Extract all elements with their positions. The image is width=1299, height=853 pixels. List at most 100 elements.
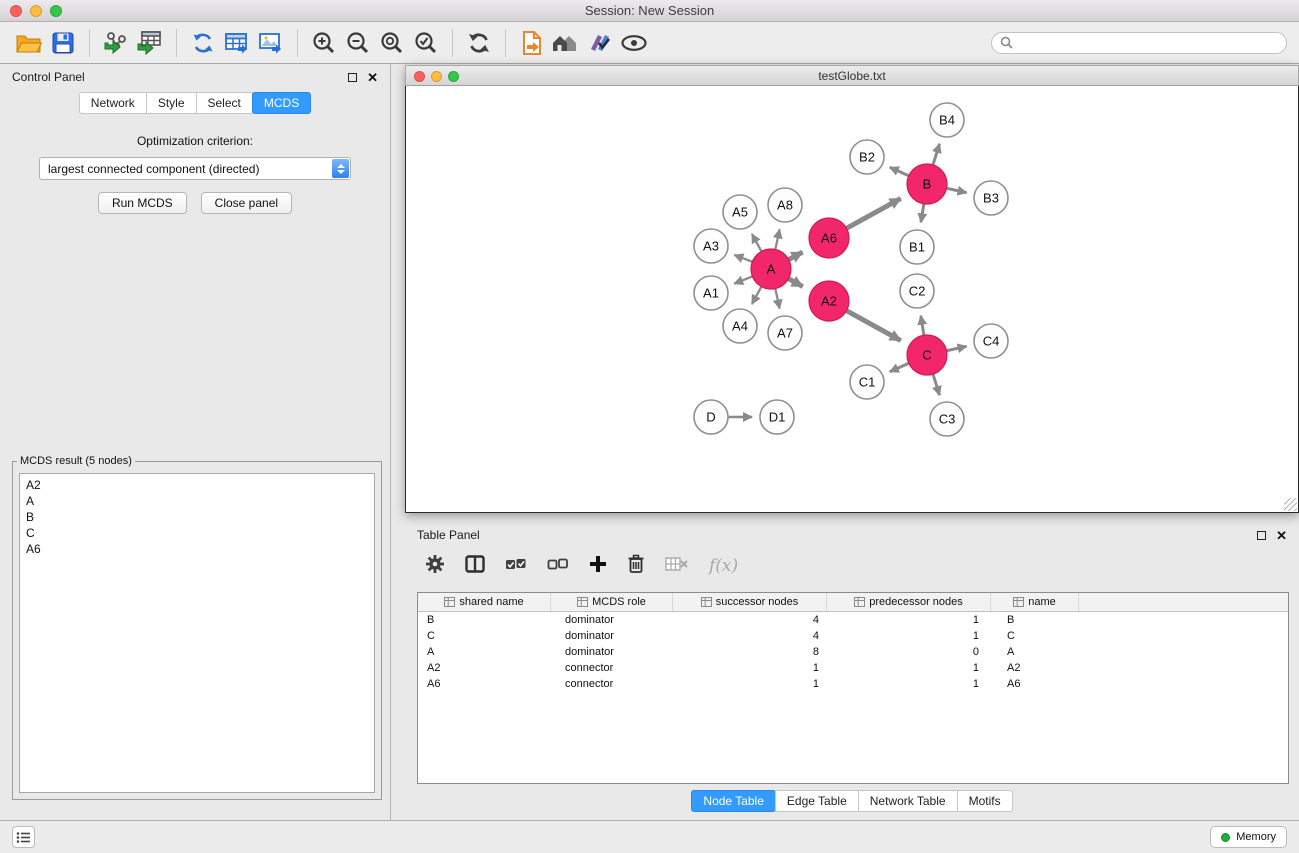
result-item[interactable]: A2	[26, 477, 368, 493]
graph-node-B2[interactable]	[850, 140, 884, 174]
save-session-button[interactable]	[46, 27, 80, 59]
table-row[interactable]: A6connector11A6	[418, 676, 1288, 692]
zoom-network-window-button[interactable]	[448, 71, 459, 82]
graph-edge-B-B3[interactable]	[947, 188, 967, 192]
graph-node-B1[interactable]	[900, 230, 934, 264]
graph-node-A7[interactable]	[768, 316, 802, 350]
task-history-button[interactable]	[12, 826, 35, 848]
new-network-button[interactable]	[186, 27, 220, 59]
mcds-result-list[interactable]: A2ABCA6	[19, 473, 375, 793]
graph-node-C4[interactable]	[974, 324, 1008, 358]
close-network-window-button[interactable]	[414, 71, 425, 82]
zoom-selected-button[interactable]	[409, 27, 443, 59]
close-panel-button[interactable]: Close panel	[201, 192, 292, 214]
graph-node-C2[interactable]	[900, 274, 934, 308]
function-builder-button[interactable]: f(x)	[709, 556, 738, 576]
graph-edge-C-C2[interactable]	[921, 316, 924, 336]
search-input[interactable]	[1018, 36, 1278, 50]
close-table-panel-icon[interactable]: ✕	[1276, 531, 1287, 540]
graph-node-A[interactable]	[751, 249, 791, 289]
graph-node-A3[interactable]	[694, 229, 728, 263]
add-column-button[interactable]	[589, 555, 607, 578]
column-header-name[interactable]: name	[991, 593, 1079, 611]
tab-mcds[interactable]: MCDS	[252, 92, 311, 114]
home-button[interactable]	[549, 27, 583, 59]
minimize-network-window-button[interactable]	[431, 71, 442, 82]
tab-edge-table[interactable]: Edge Table	[775, 790, 859, 812]
graph-node-A6[interactable]	[809, 218, 849, 258]
window-resize-handle[interactable]	[1284, 498, 1297, 511]
graph-node-B3[interactable]	[974, 181, 1008, 215]
graph-edge-C-C4[interactable]	[947, 346, 967, 350]
graph-node-A2[interactable]	[809, 281, 849, 321]
deselect-all-button[interactable]	[547, 556, 569, 577]
column-header-shared-name[interactable]: shared name	[418, 593, 551, 611]
table-row[interactable]: Cdominator41C	[418, 628, 1288, 644]
result-item[interactable]: B	[26, 509, 368, 525]
graph-edge-A-A5[interactable]	[752, 234, 762, 251]
close-window-button[interactable]	[10, 5, 22, 17]
graph-node-B[interactable]	[907, 164, 947, 204]
table-row[interactable]: Bdominator41B	[418, 612, 1288, 628]
tab-style[interactable]: Style	[146, 92, 197, 114]
network-window-titlebar[interactable]: testGlobe.txt	[405, 65, 1299, 86]
table-settings-button[interactable]	[425, 554, 445, 579]
criterion-dropdown[interactable]: largest connected component (directed)	[39, 157, 351, 180]
result-item[interactable]: C	[26, 525, 368, 541]
tab-network[interactable]: Network	[79, 92, 147, 114]
graph-edge-A6-B[interactable]	[847, 198, 901, 228]
tab-node-table[interactable]: Node Table	[691, 790, 776, 812]
graph-node-C3[interactable]	[930, 402, 964, 436]
column-header-mcds-role[interactable]: MCDS role	[551, 593, 673, 611]
graph-edge-A-A1[interactable]	[734, 276, 752, 283]
result-item[interactable]: A6	[26, 541, 368, 557]
minimize-window-button[interactable]	[30, 5, 42, 17]
delete-table-button[interactable]	[665, 556, 689, 577]
zoom-in-button[interactable]	[307, 27, 341, 59]
show-columns-button[interactable]	[465, 555, 485, 578]
show-hide-button[interactable]	[617, 27, 651, 59]
result-item[interactable]: A	[26, 493, 368, 509]
close-panel-icon[interactable]: ✕	[367, 73, 378, 82]
zoom-window-button[interactable]	[50, 5, 62, 17]
graph-edge-A-A7[interactable]	[775, 289, 779, 309]
memory-button[interactable]: Memory	[1210, 826, 1287, 848]
float-panel-icon[interactable]	[348, 73, 357, 82]
float-table-panel-icon[interactable]	[1257, 531, 1266, 540]
graph-edge-B-B4[interactable]	[933, 144, 940, 165]
graph-edge-A-A8[interactable]	[775, 229, 779, 249]
graph-edge-A-A4[interactable]	[752, 287, 762, 304]
column-header-predecessor-nodes[interactable]: predecessor nodes	[827, 593, 991, 611]
network-graph[interactable]: B4B2BB3A5A8A6A3B1AC2A1A2A4A7C4CC1C3DD1	[406, 86, 1298, 511]
graph-edge-A-A6[interactable]	[789, 252, 803, 259]
network-canvas[interactable]: B4B2BB3A5A8A6A3B1AC2A1A2A4A7C4CC1C3DD1	[405, 86, 1299, 513]
zoom-fit-button[interactable]	[375, 27, 409, 59]
graph-edge-A-A2[interactable]	[789, 279, 803, 287]
graph-edge-A2-C[interactable]	[847, 311, 901, 341]
search-box[interactable]	[991, 32, 1287, 54]
delete-column-button[interactable]	[627, 554, 645, 579]
graph-edge-C-C1[interactable]	[890, 363, 909, 372]
graph-node-B4[interactable]	[930, 103, 964, 137]
graph-node-A1[interactable]	[694, 276, 728, 310]
tab-network-table[interactable]: Network Table	[858, 790, 958, 812]
graph-edge-B-B1[interactable]	[921, 204, 924, 223]
graph-edge-B-B2[interactable]	[890, 167, 909, 176]
graph-node-D[interactable]	[694, 400, 728, 434]
graph-node-C[interactable]	[907, 335, 947, 375]
graph-node-A4[interactable]	[723, 309, 757, 343]
graph-node-D1[interactable]	[760, 400, 794, 434]
import-table-button[interactable]	[133, 27, 167, 59]
tab-motifs[interactable]: Motifs	[957, 790, 1013, 812]
graph-node-A8[interactable]	[768, 188, 802, 222]
graph-edge-C-C3[interactable]	[933, 374, 940, 395]
new-table-button[interactable]	[220, 27, 254, 59]
select-all-button[interactable]	[505, 556, 527, 577]
apply-layout-button[interactable]	[462, 27, 496, 59]
export-image-button[interactable]	[254, 27, 288, 59]
node-table[interactable]: shared nameMCDS rolesuccessor nodesprede…	[417, 592, 1289, 784]
import-network-button[interactable]	[99, 27, 133, 59]
graph-node-C1[interactable]	[850, 365, 884, 399]
graph-edge-A-A3[interactable]	[734, 255, 752, 262]
run-mcds-button[interactable]: Run MCDS	[98, 192, 187, 214]
